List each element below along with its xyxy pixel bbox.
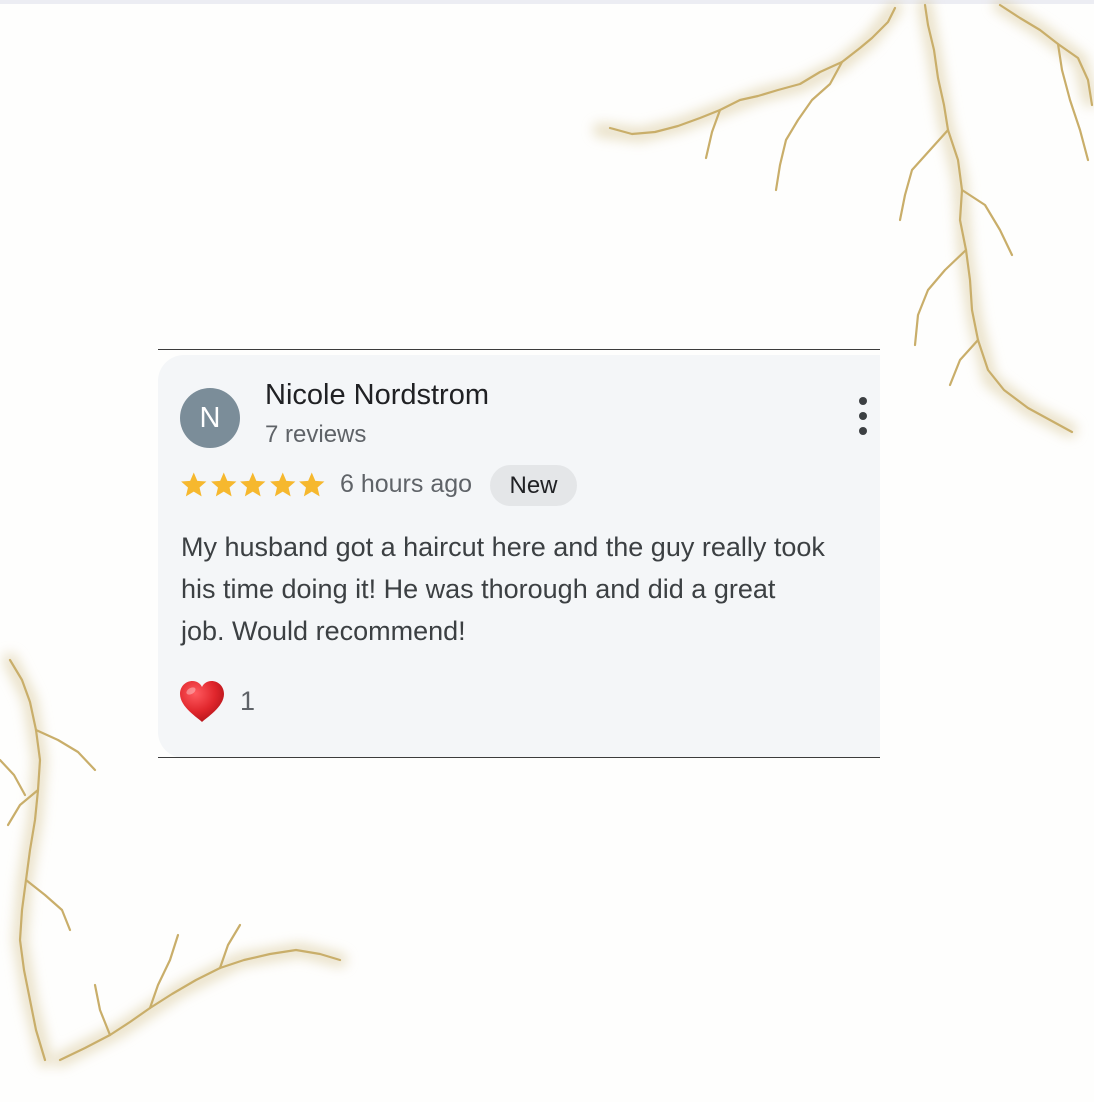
review-text-line: job. Would recommend! [181,616,466,646]
more-options-button[interactable] [848,393,878,439]
top-strip [0,0,1094,4]
star-icon [210,472,236,497]
star-icon [240,472,266,497]
star-icon [181,472,207,497]
review-time: 6 hours ago [340,470,473,498]
reviewer-name[interactable]: Nicole Nordstrom [265,379,489,412]
more-dot-icon [859,412,867,420]
star-icon [269,472,295,497]
review-text: My husband got a haircut here and the gu… [181,526,880,652]
review-text-line: his time doing it! He was thorough and d… [181,574,776,604]
avatar[interactable]: N [180,388,240,448]
review-card-body: N Nicole Nordstrom 7 reviews 6 hours ago… [158,355,880,757]
more-dot-icon [859,427,867,435]
review-count[interactable]: 7 reviews [265,421,366,449]
new-badge: New [490,465,577,506]
star-icon [299,472,325,497]
more-dot-icon [859,397,867,405]
reaction-count[interactable]: 1 [240,686,255,717]
review-card: N Nicole Nordstrom 7 reviews 6 hours ago… [158,349,880,758]
review-text-line: My husband got a haircut here and the gu… [181,532,825,562]
heart-icon[interactable] [178,680,226,724]
star-rating [179,470,327,500]
